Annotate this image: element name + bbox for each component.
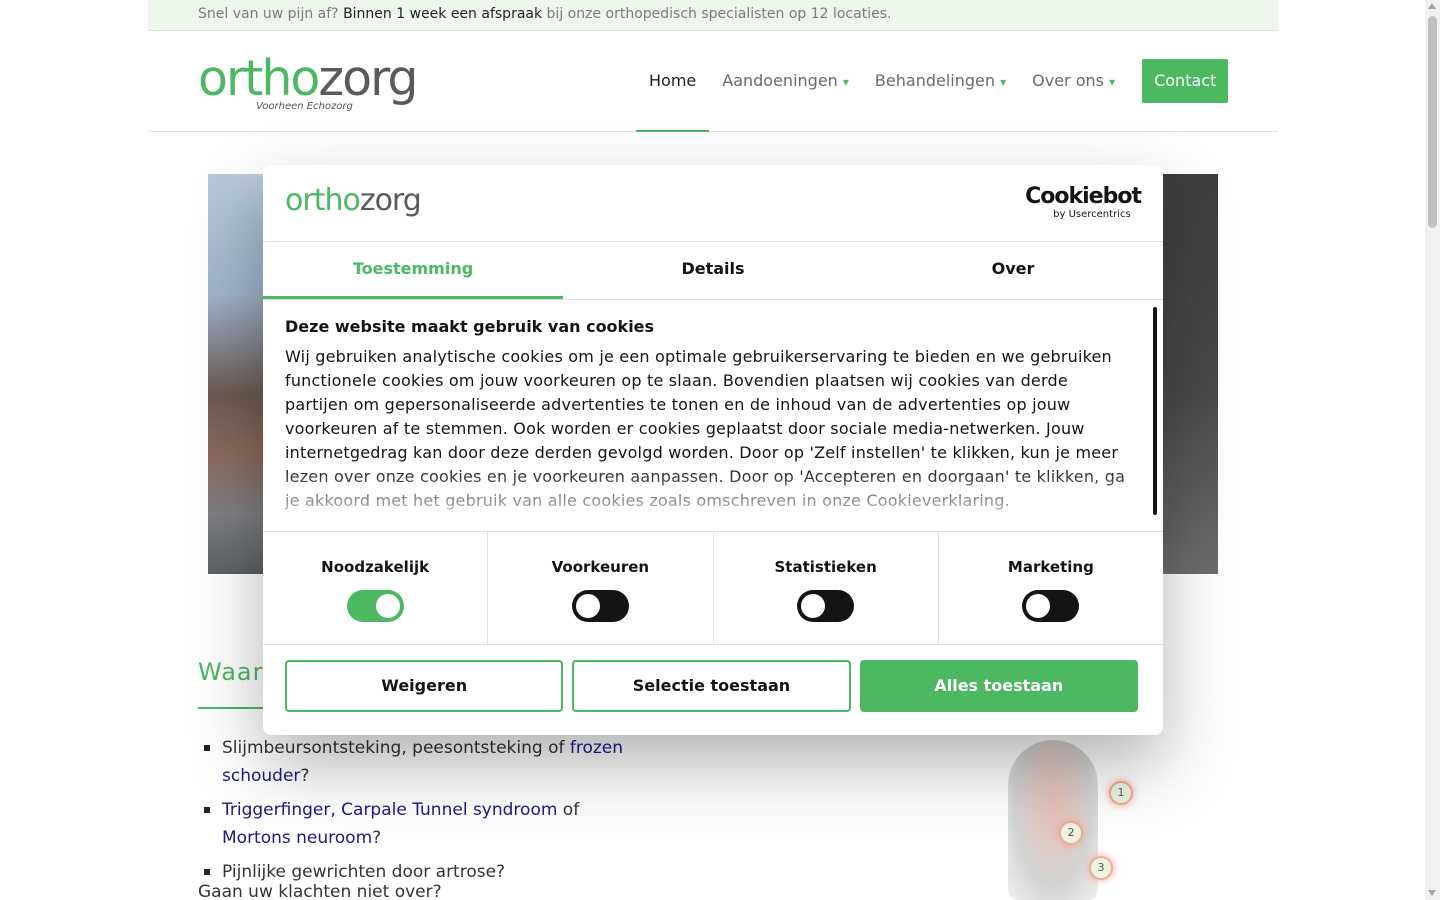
toggle-label: Statistieken: [774, 558, 877, 576]
dialog-logo: orthozorg: [285, 183, 422, 218]
list-item: Slijmbeursontsteking, peesontsteking of …: [204, 734, 644, 790]
dialog-logo-ortho: ortho: [285, 183, 361, 218]
cookie-consent-dialog: orthozorg Cookiebot by Usercentrics Toes…: [263, 165, 1163, 735]
nav-label-behandelingen: Behandelingen: [874, 71, 995, 90]
marker-2[interactable]: 2: [1059, 821, 1083, 845]
scrollbar-thumb[interactable]: [1428, 16, 1437, 228]
preferences-switch[interactable]: [571, 590, 629, 622]
logo-word-ortho: ortho: [198, 50, 320, 107]
dialog-tabs: Toestemming Details Over: [263, 242, 1163, 300]
marker-3[interactable]: 3: [1089, 856, 1113, 880]
nav-label-home: Home: [649, 71, 697, 90]
toggle-label: Voorkeuren: [551, 558, 650, 576]
announcement-suffix: bij onze orthopedisch specialisten op 12…: [546, 6, 892, 22]
announcement-highlight: Binnen 1 week een afspraak: [343, 6, 543, 22]
marketing-switch[interactable]: [1022, 590, 1080, 622]
anatomy-figure: 1 2 3: [908, 730, 1168, 900]
list-item-text: Pijnlijke gewrichten door artrose?: [222, 862, 506, 882]
nav-label-over-ons: Over ons: [1032, 71, 1104, 90]
toggle-label: Noodzakelijk: [321, 558, 430, 576]
switch-knob: [575, 594, 600, 618]
statistics-switch[interactable]: [797, 590, 855, 622]
dialog-scrollbar[interactable]: [1153, 307, 1157, 515]
tab-toestemming[interactable]: Toestemming: [263, 242, 563, 299]
text-fade: [285, 467, 1133, 527]
switch-knob: [1026, 594, 1051, 618]
announcement-bar: Snel van uw pijn af? Binnen 1 week een a…: [148, 0, 1278, 31]
deny-button[interactable]: Weigeren: [285, 660, 564, 712]
dialog-heading: Deze website maakt gebruik van cookies: [285, 317, 655, 336]
mortons-neuroom-link[interactable]: Mortons neuroom: [222, 828, 372, 848]
logo-tagline: Voorheen Echozorg: [256, 101, 353, 112]
toggle-statistics: Statistieken: [714, 532, 939, 644]
chevron-down-icon: ▾: [842, 75, 849, 89]
cookiebot-subtitle: by Usercentrics: [1053, 209, 1131, 220]
tab-over[interactable]: Over: [863, 242, 1163, 299]
nav-item-over-ons[interactable]: Over ons ▾: [1019, 31, 1128, 131]
toggle-preferences: Voorkeuren: [488, 532, 714, 644]
marker-1[interactable]: 1: [1109, 781, 1133, 805]
dialog-body: Deze website maakt gebruik van cookies W…: [285, 317, 1133, 527]
list-item: Triggerfinger, Carpale Tunnel syndroom o…: [204, 796, 644, 852]
logo-word-zorg: zorg: [318, 50, 418, 107]
dialog-actions: Weigeren Selectie toestaan Alles toestaa…: [285, 660, 1138, 712]
chevron-down-icon: ▾: [1109, 75, 1116, 89]
announcement-text: Snel van uw pijn af? Binnen 1 week een a…: [198, 6, 891, 22]
nav-item-home[interactable]: Home: [636, 31, 710, 132]
tab-details[interactable]: Details: [563, 242, 863, 299]
section-title: Waar: [198, 658, 264, 686]
body-illustration: [1008, 740, 1098, 900]
switch-knob: [375, 594, 400, 618]
toggle-marketing: Marketing: [939, 532, 1163, 644]
main-nav: Home Aandoeningen ▾ Behandelingen ▾ Over…: [636, 31, 1229, 132]
triggerfinger-link[interactable]: Triggerfinger, Carpale Tunnel syndroom: [222, 800, 557, 820]
nav-item-aandoeningen[interactable]: Aandoeningen ▾: [709, 31, 862, 131]
scroll-down-icon[interactable]: [1428, 890, 1436, 896]
nav-label-aandoeningen: Aandoeningen: [722, 71, 838, 90]
list-item-text: ?: [372, 828, 382, 848]
consent-toggles: Noodzakelijk Voorkeuren Statistieken Mar…: [263, 531, 1163, 645]
allow-all-button[interactable]: Alles toestaan: [859, 660, 1138, 712]
contact-button[interactable]: Contact: [1142, 59, 1229, 103]
necessary-switch[interactable]: [346, 590, 404, 622]
list-item-text: of: [557, 800, 580, 820]
site-header: orthozorg Voorheen Echozorg Home Aandoen…: [148, 31, 1278, 132]
chevron-down-icon: ▾: [1000, 75, 1007, 89]
toggle-label: Marketing: [1007, 558, 1094, 576]
dialog-logo-zorg: zorg: [359, 183, 422, 218]
announcement-prefix: Snel van uw pijn af?: [198, 6, 339, 22]
page-scrollbar[interactable]: [1425, 0, 1440, 900]
toggle-necessary: Noodzakelijk: [263, 532, 489, 644]
scroll-up-icon[interactable]: [1428, 3, 1436, 9]
site-logo[interactable]: orthozorg Voorheen Echozorg: [198, 50, 418, 113]
switch-knob: [801, 594, 826, 618]
allow-selection-button[interactable]: Selectie toestaan: [572, 660, 851, 712]
list-item-text: ?: [300, 766, 310, 786]
dialog-header: orthozorg Cookiebot by Usercentrics: [263, 165, 1163, 242]
nav-item-behandelingen[interactable]: Behandelingen ▾: [862, 31, 1019, 131]
complaints-list: Slijmbeursontsteking, peesontsteking of …: [204, 734, 644, 892]
cookiebot-logo[interactable]: Cookiebot by Usercentrics: [1025, 184, 1142, 221]
section-question: Gaan uw klachten niet over?: [198, 882, 442, 900]
list-item-text: Slijmbeursontsteking, peesontsteking of: [222, 738, 570, 758]
cookiebot-name: Cookiebot: [1025, 184, 1142, 209]
